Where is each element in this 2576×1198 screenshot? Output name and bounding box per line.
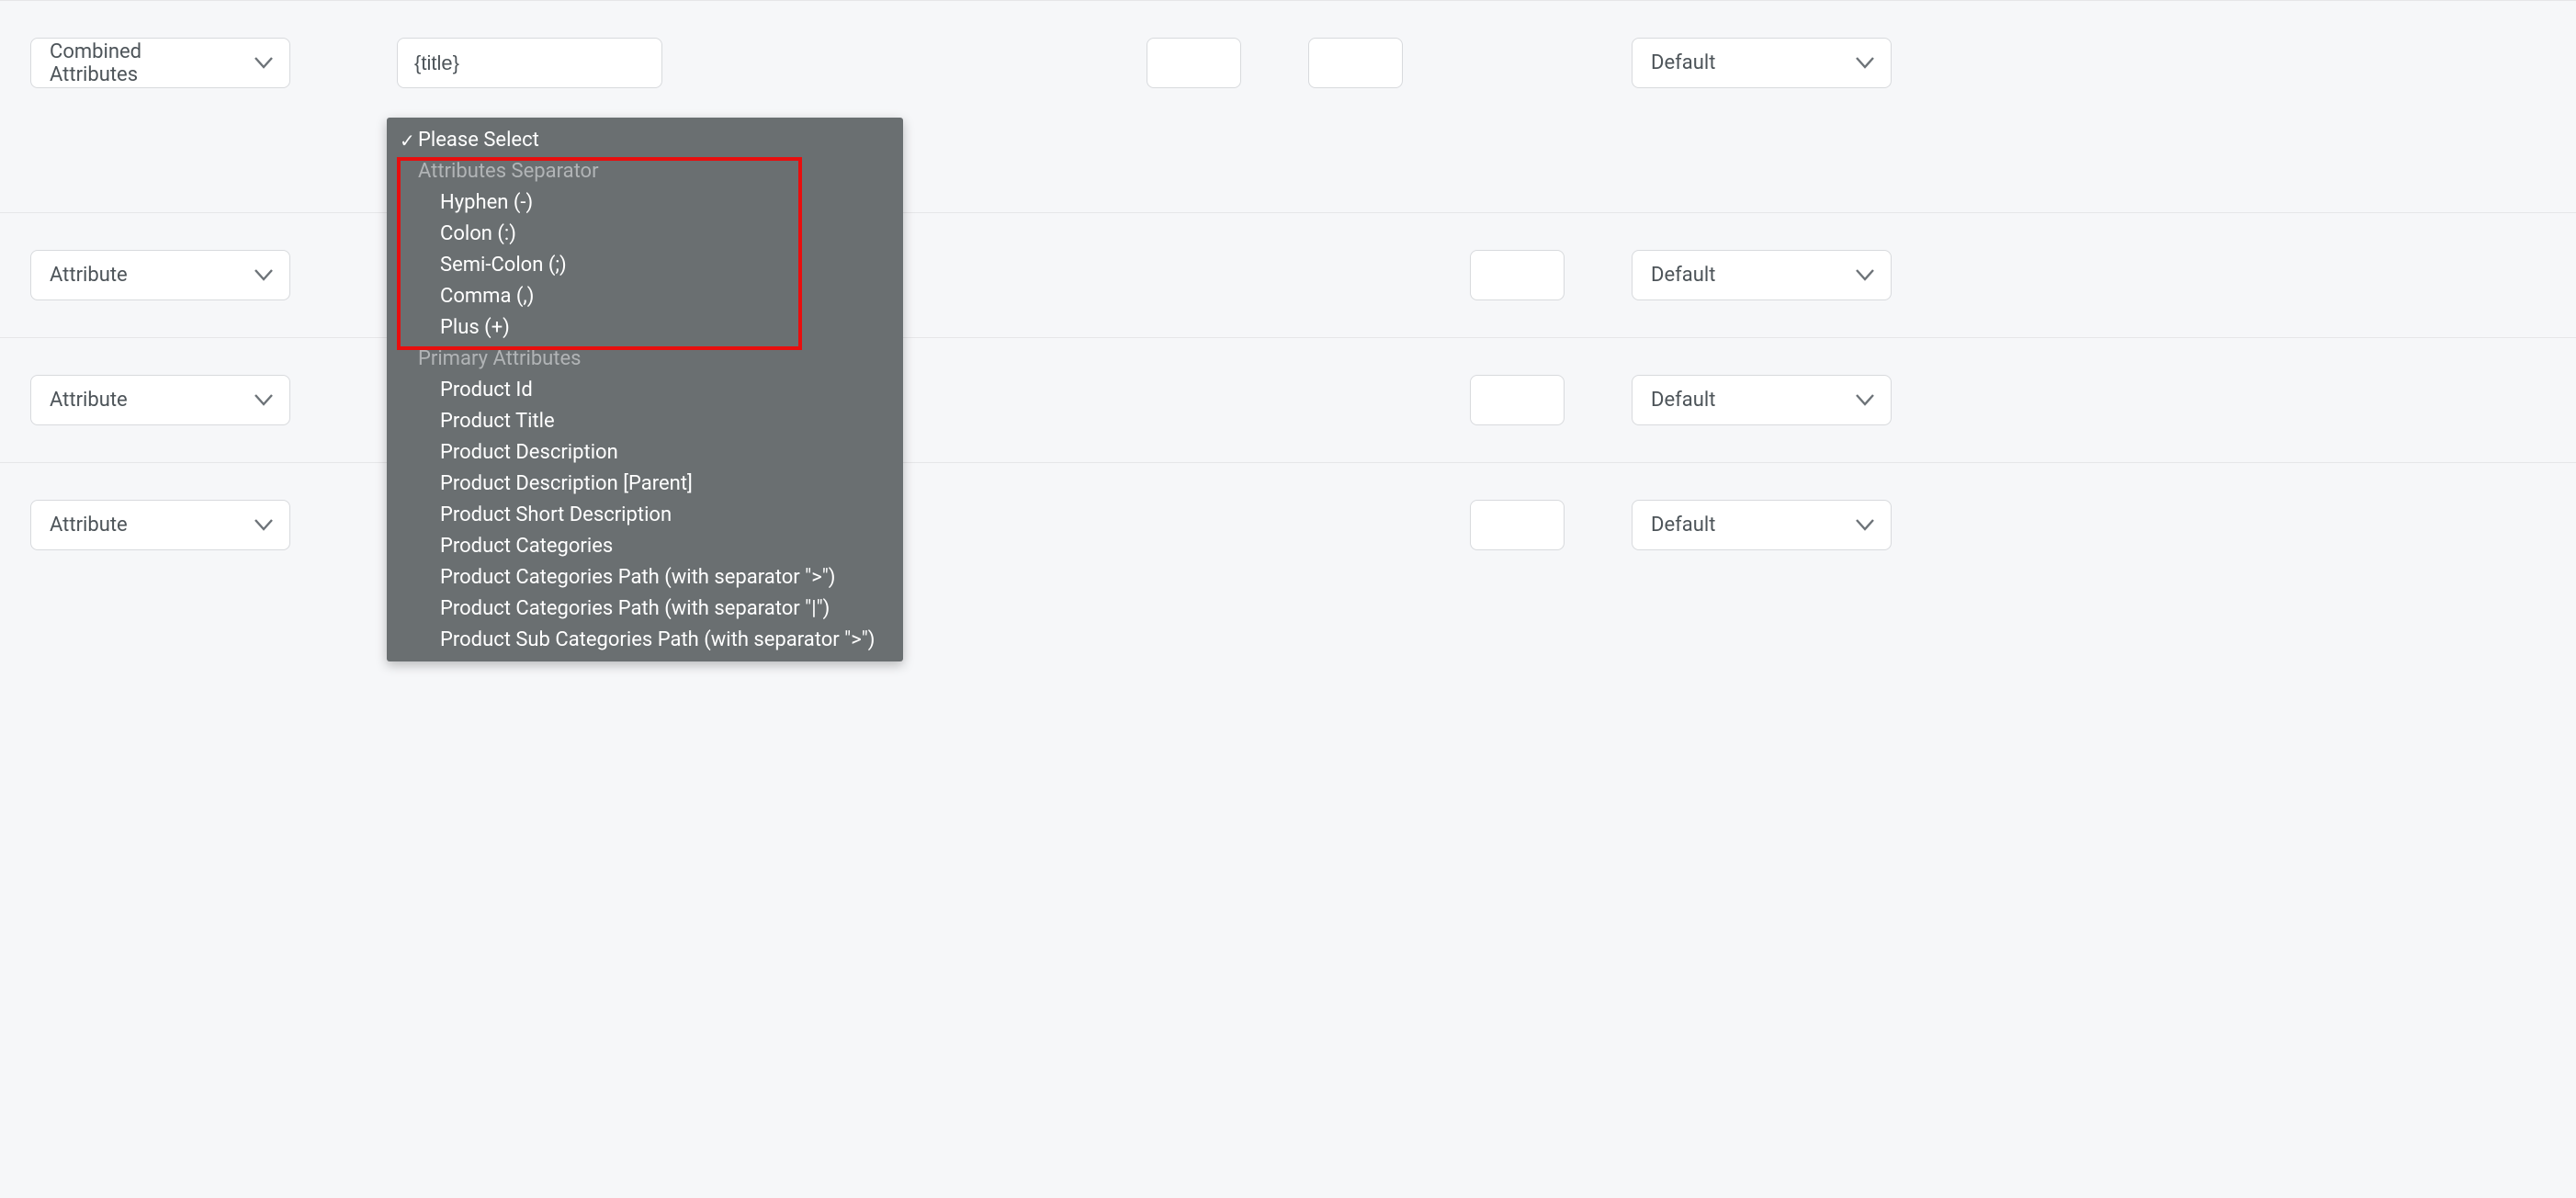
dropdown-option[interactable]: Product Description [Parent] bbox=[387, 469, 903, 500]
dropdown-option-label: Product Categories Path (with separator … bbox=[440, 566, 835, 589]
attribute-type-select[interactable]: Attribute bbox=[30, 500, 290, 550]
dropdown-option[interactable]: Product Id bbox=[387, 375, 903, 406]
dropdown-option[interactable]: Product Short Description bbox=[387, 500, 903, 531]
dropdown-option[interactable]: Colon (:) bbox=[387, 219, 903, 250]
dropdown-option-label: Please Select bbox=[418, 129, 539, 152]
dropdown-group-attr-separator: Attributes Separator bbox=[387, 156, 903, 187]
dropdown-option[interactable]: Plus (+) bbox=[387, 312, 903, 344]
suffix-input[interactable] bbox=[1308, 38, 1403, 88]
chevron-down-icon bbox=[254, 394, 273, 406]
dropdown-option-label: Product Categories bbox=[440, 535, 613, 558]
dropdown-option[interactable]: Hyphen (-) bbox=[387, 187, 903, 219]
dropdown-option[interactable]: Product Categories Path (with separator … bbox=[387, 562, 903, 593]
extra-input[interactable] bbox=[1470, 250, 1565, 300]
prefix-input[interactable] bbox=[1147, 38, 1241, 88]
output-select[interactable]: Default bbox=[1632, 500, 1892, 550]
output-select-label: Default bbox=[1651, 264, 1715, 287]
chevron-down-icon bbox=[254, 269, 273, 281]
dropdown-option[interactable]: Semi-Colon (;) bbox=[387, 250, 903, 281]
dropdown-option-label: Product Description bbox=[440, 441, 618, 464]
dropdown-option[interactable]: Product Categories Path (with separator … bbox=[387, 593, 903, 625]
output-select-label: Default bbox=[1651, 389, 1715, 412]
dropdown-option-label: Plus (+) bbox=[440, 316, 510, 339]
extra-input[interactable] bbox=[1470, 375, 1565, 425]
attribute-type-select[interactable]: Attribute bbox=[30, 375, 290, 425]
chevron-down-icon bbox=[1856, 269, 1874, 281]
dropdown-option-label: Hyphen (-) bbox=[440, 191, 533, 214]
chevron-down-icon bbox=[1856, 57, 1874, 69]
attribute-type-select[interactable]: Attribute bbox=[30, 250, 290, 300]
attribute-type-select[interactable]: Combined Attributes bbox=[30, 38, 290, 88]
dropdown-option-label: Semi-Colon (;) bbox=[440, 254, 567, 277]
attribute-type-label: Attribute bbox=[50, 389, 128, 412]
chevron-down-icon bbox=[254, 519, 273, 531]
dropdown-group-primary-attrs: Primary Attributes bbox=[387, 344, 903, 375]
dropdown-option-label: Colon (:) bbox=[440, 222, 516, 245]
attribute-value-dropdown[interactable]: ✓ Please Select Attributes Separator Hyp… bbox=[387, 118, 903, 661]
dropdown-option-label: Comma (,) bbox=[440, 285, 534, 308]
dropdown-option-label: Product Title bbox=[440, 410, 555, 433]
checkmark-icon: ✓ bbox=[400, 125, 415, 156]
chevron-down-icon bbox=[254, 57, 273, 69]
dropdown-option[interactable]: Product Sub Categories Path (with separa… bbox=[387, 625, 903, 656]
output-select-label: Default bbox=[1651, 514, 1715, 537]
dropdown-option[interactable]: Product Categories bbox=[387, 531, 903, 562]
output-select[interactable]: Default bbox=[1632, 375, 1892, 425]
attribute-type-label: Attribute bbox=[50, 514, 128, 537]
dropdown-option-label: Product Description [Parent] bbox=[440, 472, 693, 495]
chevron-down-icon bbox=[1856, 519, 1874, 531]
attribute-type-label: Combined Attributes bbox=[50, 40, 229, 86]
chevron-down-icon bbox=[1856, 394, 1874, 406]
dropdown-option[interactable]: Comma (,) bbox=[387, 281, 903, 312]
attribute-value-input[interactable] bbox=[397, 38, 662, 88]
extra-input[interactable] bbox=[1470, 500, 1565, 550]
dropdown-option-label: Product Short Description bbox=[440, 503, 672, 526]
output-select[interactable]: Default bbox=[1632, 38, 1892, 88]
attribute-type-label: Attribute bbox=[50, 264, 128, 287]
dropdown-option-label: Product Id bbox=[440, 379, 533, 401]
output-select-label: Default bbox=[1651, 51, 1715, 74]
dropdown-option[interactable]: Product Description bbox=[387, 437, 903, 469]
dropdown-option-label: Product Categories Path (with separator … bbox=[440, 597, 830, 620]
output-select[interactable]: Default bbox=[1632, 250, 1892, 300]
dropdown-option[interactable]: Product Title bbox=[387, 406, 903, 437]
dropdown-option-please-select[interactable]: ✓ Please Select bbox=[387, 125, 903, 156]
dropdown-option-label: Product Sub Categories Path (with separa… bbox=[440, 628, 875, 651]
